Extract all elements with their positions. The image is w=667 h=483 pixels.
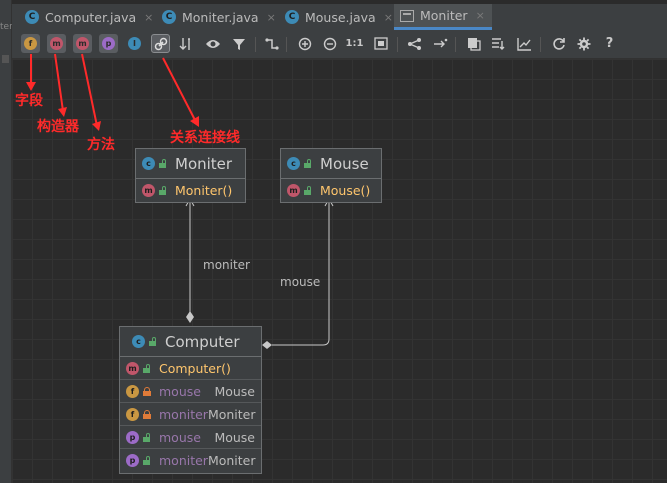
annotation-fields: 字段 (15, 93, 43, 109)
annotation-arrow-relations (162, 57, 197, 123)
annotation-constructors: 构造器 (37, 119, 79, 135)
annotation-arrows (26, 53, 199, 131)
annotation-relations: 关系连接线 (170, 130, 240, 146)
annotation-arrow-methods (81, 53, 98, 127)
annotation-arrowhead (92, 121, 101, 131)
annotation-arrow-constructors (54, 53, 64, 112)
annotation-methods: 方法 (87, 137, 115, 153)
